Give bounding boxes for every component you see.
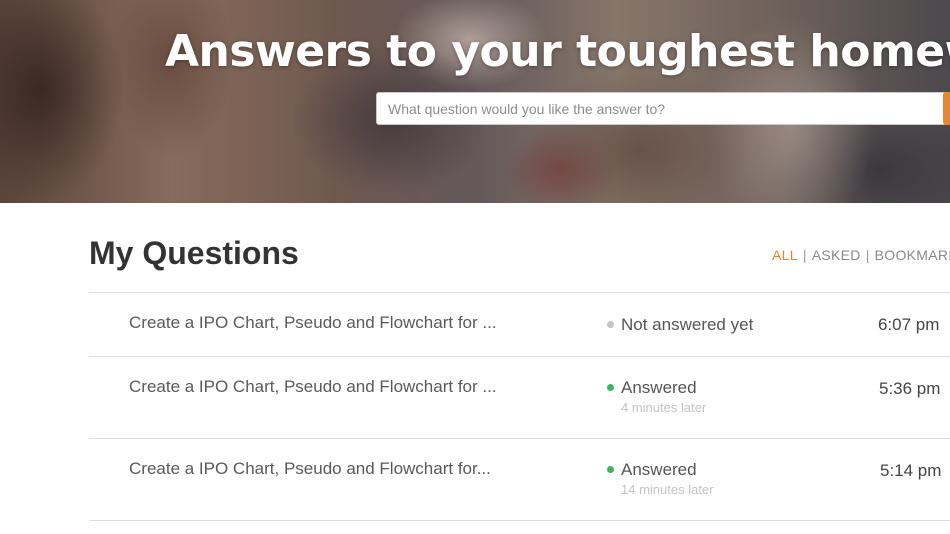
- answered-after: 4 minutes later: [621, 400, 707, 415]
- filter-asked[interactable]: ASKED: [812, 247, 861, 263]
- search-box[interactable]: [376, 92, 950, 125]
- status-label: Answered: [621, 378, 697, 397]
- question-title[interactable]: Create a IPO Chart, Pseudo and Flowchart…: [129, 377, 497, 397]
- page-title: My Questions: [89, 235, 299, 271]
- divider: [89, 356, 950, 357]
- search-input[interactable]: [377, 93, 950, 124]
- status-label: Not answered yet: [621, 315, 754, 334]
- question-row[interactable]: Create a IPO Chart, Pseudo and Flowchart…: [89, 377, 950, 433]
- status-dot-icon: [607, 321, 614, 329]
- status-dot-icon: [607, 384, 614, 392]
- hero-banner: Answers to your toughest homework: [0, 0, 950, 203]
- divider: [89, 292, 950, 293]
- filter-bookmarked[interactable]: BOOKMARKE: [875, 247, 950, 263]
- question-time: 5:36 pm: [879, 379, 941, 398]
- status-dot-icon: [607, 466, 614, 474]
- question-status: Answered 4 minutes later: [607, 378, 706, 415]
- answered-after: 14 minutes later: [621, 482, 714, 497]
- divider: [89, 438, 950, 439]
- hero-title: Answers to your toughest homework: [165, 26, 950, 77]
- filter-all[interactable]: ALL: [772, 247, 798, 263]
- question-time: 5:14 pm: [880, 461, 942, 480]
- status-label: Answered: [621, 460, 697, 479]
- question-row[interactable]: Create a IPO Chart, Pseudo and Flowchart…: [89, 313, 950, 353]
- search-button[interactable]: [943, 92, 950, 125]
- question-time: 6:07 pm: [878, 315, 940, 334]
- question-status: Not answered yet: [607, 315, 753, 335]
- divider: [89, 520, 950, 521]
- question-title[interactable]: Create a IPO Chart, Pseudo and Flowchart…: [129, 313, 497, 333]
- filter-separator: |: [865, 247, 870, 263]
- question-filters: ALL|ASKED|BOOKMARKE: [772, 247, 950, 263]
- question-row[interactable]: Create a IPO Chart, Pseudo and Flowchart…: [89, 459, 950, 515]
- question-title[interactable]: Create a IPO Chart, Pseudo and Flowchart…: [129, 459, 491, 479]
- filter-separator: |: [802, 247, 807, 263]
- question-status: Answered 14 minutes later: [607, 460, 714, 497]
